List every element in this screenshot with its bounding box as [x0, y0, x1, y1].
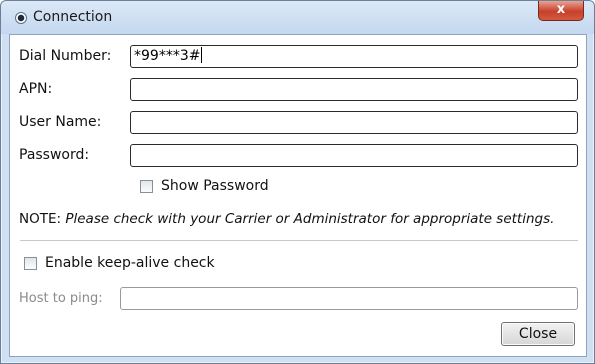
dialog-body: Dial Number: *99***3# APN: User Name: Pa…	[9, 34, 587, 357]
apn-field[interactable]	[130, 78, 578, 101]
window-title: Connection	[33, 9, 113, 25]
connection-window: Connection x Dial Number: *99***3# APN: …	[0, 0, 595, 364]
show-password-checkbox[interactable]	[140, 180, 153, 193]
keep-alive-checkbox[interactable]	[24, 257, 37, 270]
text-caret	[201, 47, 203, 63]
password-label: Password:	[19, 147, 90, 163]
note-body: Please check with your Carrier or Admini…	[65, 211, 555, 227]
note-prefix: NOTE:	[19, 211, 66, 227]
show-password-label[interactable]: Show Password	[161, 178, 269, 194]
note-text: NOTE: Please check with your Carrier or …	[19, 211, 554, 227]
host-to-ping-field	[120, 287, 578, 310]
user-name-field[interactable]	[130, 111, 578, 134]
radio-dot-icon	[15, 12, 27, 24]
password-field[interactable]	[130, 144, 578, 167]
host-to-ping-label: Host to ping:	[19, 291, 103, 306]
apn-label: APN:	[19, 81, 53, 97]
dial-number-label: Dial Number:	[19, 48, 112, 64]
close-icon[interactable]: x	[538, 1, 584, 21]
user-name-label: User Name:	[19, 114, 102, 130]
separator	[20, 240, 578, 241]
titlebar: Connection x	[1, 1, 594, 34]
keep-alive-label[interactable]: Enable keep-alive check	[45, 255, 215, 271]
close-button[interactable]: Close	[501, 322, 575, 346]
dial-number-value: *99***3#	[134, 48, 201, 64]
dial-number-field[interactable]: *99***3#	[130, 45, 578, 68]
